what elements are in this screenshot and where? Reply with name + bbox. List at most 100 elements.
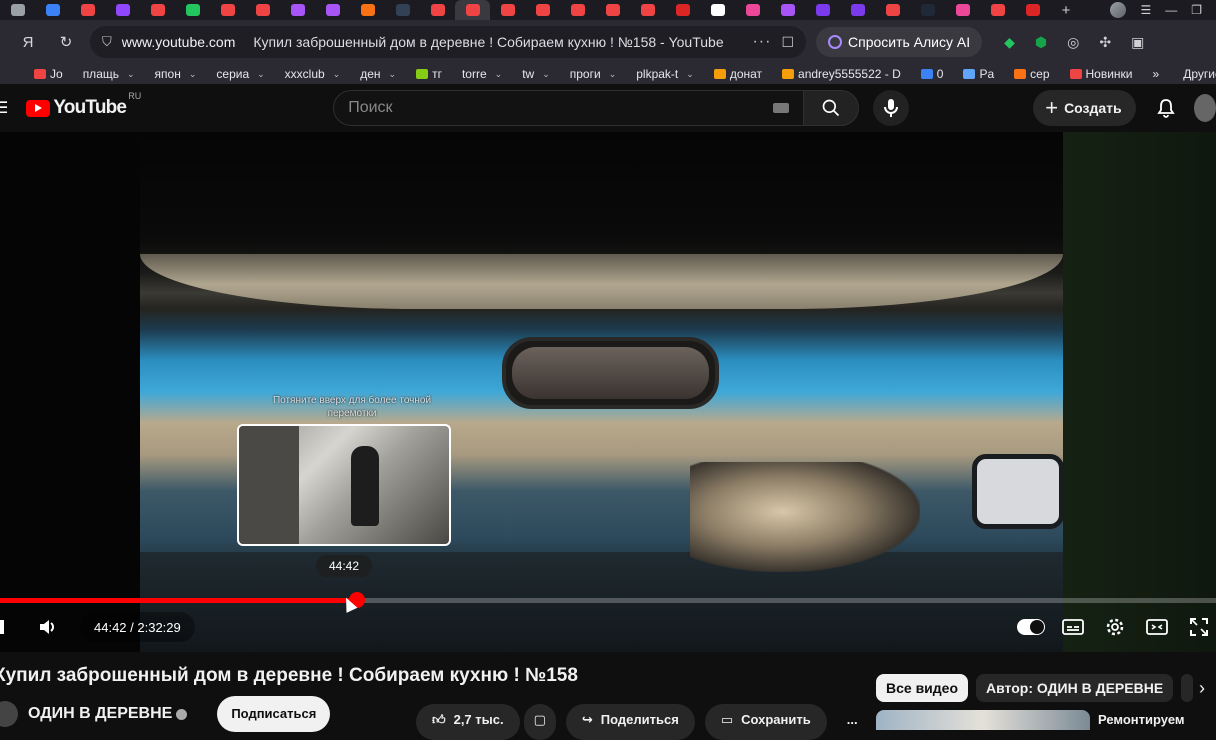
create-button[interactable]: + Создать bbox=[1033, 90, 1136, 126]
time-display: 44:42 / 2:32:29 bbox=[80, 612, 195, 642]
browser-tab[interactable] bbox=[1015, 0, 1050, 20]
recommendation-thumbnail[interactable] bbox=[876, 710, 1090, 730]
collections-icon[interactable]: ▣ bbox=[1131, 34, 1144, 51]
browser-tab[interactable] bbox=[420, 0, 455, 20]
browser-tab[interactable] bbox=[175, 0, 210, 20]
browser-tab[interactable] bbox=[350, 0, 385, 20]
channel-avatar[interactable] bbox=[0, 701, 18, 727]
bookmark-folder[interactable]: torre ⌄ bbox=[462, 67, 502, 81]
browser-tab[interactable] bbox=[595, 0, 630, 20]
browser-tab[interactable] bbox=[770, 0, 805, 20]
minimize-icon[interactable]: — bbox=[1165, 3, 1177, 17]
bookmark-item[interactable]: тг bbox=[416, 67, 442, 81]
bookmark-folder[interactable]: япон ⌄ bbox=[155, 67, 197, 81]
browser-tab[interactable] bbox=[210, 0, 245, 20]
bookmark-folder[interactable]: xxxclub ⌄ bbox=[285, 67, 341, 81]
bookmark-folder[interactable]: tw ⌄ bbox=[522, 67, 550, 81]
bookmark-label: тг bbox=[432, 67, 442, 81]
bookmark-folder[interactable]: ден ⌄ bbox=[360, 67, 396, 81]
like-button[interactable]: 👍︎ 2,7 тыс. bbox=[416, 704, 520, 740]
browser-tab[interactable] bbox=[0, 0, 35, 20]
browser-tab[interactable] bbox=[980, 0, 1015, 20]
browser-tab[interactable] bbox=[245, 0, 280, 20]
bookmark-folder[interactable]: плащь ⌄ bbox=[83, 67, 135, 81]
browser-tab[interactable] bbox=[560, 0, 595, 20]
browser-tab[interactable] bbox=[35, 0, 70, 20]
browser-tab[interactable] bbox=[490, 0, 525, 20]
subscribe-button[interactable]: Подписаться bbox=[217, 696, 331, 732]
chevron-right-icon[interactable]: › bbox=[1190, 674, 1214, 702]
profile-icon[interactable] bbox=[1110, 2, 1127, 18]
site-info-icon[interactable]: ⛉ bbox=[102, 34, 112, 50]
keyboard-icon[interactable] bbox=[773, 103, 790, 113]
youtube-logo[interactable]: YouTube RU bbox=[26, 91, 141, 119]
browser-tab[interactable] bbox=[140, 0, 175, 20]
bookmark-item[interactable]: донат bbox=[713, 67, 762, 81]
subtitles-button[interactable] bbox=[1058, 612, 1088, 642]
browser-tab[interactable] bbox=[910, 0, 945, 20]
play-pause-button[interactable] bbox=[0, 612, 8, 642]
browser-tab[interactable] bbox=[105, 0, 140, 20]
share-button[interactable]: ↪ Поделиться bbox=[565, 704, 695, 740]
browser-tab[interactable] bbox=[385, 0, 420, 20]
browser-tab[interactable] bbox=[455, 0, 490, 20]
dislike-button[interactable]: ▢ bbox=[523, 704, 556, 740]
fullscreen-button[interactable] bbox=[1184, 612, 1214, 642]
chip-all-videos[interactable]: Все видео bbox=[876, 674, 969, 702]
more-actions-button[interactable]: ... bbox=[837, 704, 868, 740]
bookmark-item[interactable]: 0 bbox=[920, 67, 943, 81]
browser-tab[interactable] bbox=[280, 0, 315, 20]
browser-tab[interactable] bbox=[630, 0, 665, 20]
bookmarks-overflow-button[interactable]: » bbox=[1153, 67, 1160, 81]
browser-tab[interactable] bbox=[875, 0, 910, 20]
bookmark-item[interactable]: Новинки bbox=[1069, 67, 1133, 81]
new-tab-button[interactable]: + bbox=[1056, 0, 1076, 20]
ask-alice-button[interactable]: Спросить Алису AI bbox=[816, 27, 983, 57]
menu-icon[interactable]: ☰ bbox=[1140, 3, 1151, 17]
bookmark-folder[interactable]: проги ⌄ bbox=[570, 67, 616, 81]
browser-tab[interactable] bbox=[840, 0, 875, 20]
browser-tab[interactable] bbox=[700, 0, 735, 20]
search-button[interactable] bbox=[803, 90, 860, 126]
bookmark-icon[interactable]: ☐ bbox=[781, 34, 794, 51]
extensions-puzzle-icon[interactable]: ✣ bbox=[1099, 34, 1111, 51]
progress-bar[interactable] bbox=[0, 592, 1216, 608]
guide-menu-icon[interactable]: ☰ bbox=[0, 98, 8, 118]
autoplay-toggle[interactable] bbox=[1016, 612, 1046, 642]
bookmark-item[interactable]: andrey5555522 - D bbox=[782, 67, 901, 81]
browser-tab[interactable] bbox=[665, 0, 700, 20]
yandex-home-icon[interactable]: Я bbox=[14, 28, 42, 56]
extension-icon[interactable]: ◎ bbox=[1067, 34, 1079, 51]
settings-button[interactable] bbox=[1100, 612, 1130, 642]
bookmark-item[interactable]: сер bbox=[1014, 67, 1050, 81]
search-form: Поиск bbox=[333, 90, 910, 126]
browser-tab[interactable] bbox=[805, 0, 840, 20]
account-avatar[interactable] bbox=[1193, 94, 1216, 122]
channel-name[interactable]: ОДИН В ДЕРЕВНЕ bbox=[28, 705, 172, 723]
search-input[interactable]: Поиск bbox=[333, 90, 804, 126]
browser-tab[interactable] bbox=[735, 0, 770, 20]
omnibox[interactable]: ⛉ www.youtube.com Купил заброшенный дом … bbox=[90, 26, 806, 58]
video-player[interactable]: Потяните вверх для более точной перемотк… bbox=[0, 132, 1216, 652]
theater-mode-button[interactable] bbox=[1142, 612, 1172, 642]
bookmark-item[interactable]: Pa bbox=[963, 67, 994, 81]
more-icon[interactable]: ··· bbox=[752, 33, 771, 51]
tab-favicon-icon bbox=[920, 4, 935, 16]
bookmark-item[interactable]: Jo bbox=[34, 67, 63, 81]
browser-tab[interactable] bbox=[945, 0, 980, 20]
voice-search-button[interactable] bbox=[873, 90, 910, 126]
chip-by-author[interactable]: Автор: ОДИН В ДЕРЕВНЕ bbox=[976, 674, 1174, 702]
restore-icon[interactable]: ❐ bbox=[1191, 3, 1202, 17]
bookmark-folder[interactable]: plkpak-t ⌄ bbox=[636, 67, 694, 81]
bookmark-folder[interactable]: сериа ⌄ bbox=[216, 67, 264, 81]
save-button[interactable]: ▭ Сохранить bbox=[704, 704, 827, 740]
browser-tab[interactable] bbox=[70, 0, 105, 20]
reload-icon[interactable]: ↻ bbox=[52, 28, 80, 56]
browser-tab[interactable] bbox=[525, 0, 560, 20]
mute-button[interactable] bbox=[32, 612, 62, 642]
other-bookmarks[interactable]: Другие закладки bbox=[1183, 67, 1216, 81]
notifications-button[interactable] bbox=[1152, 90, 1180, 126]
extension-icon[interactable]: ◆ bbox=[1004, 34, 1015, 51]
extension-icon[interactable]: ⬢ bbox=[1035, 34, 1047, 51]
browser-tab[interactable] bbox=[315, 0, 350, 20]
